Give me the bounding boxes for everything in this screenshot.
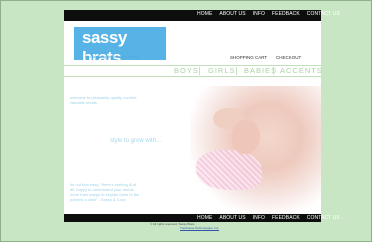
- footer-nav-contact-us[interactable]: CONTACT US: [307, 215, 340, 221]
- tagline: fun bedding for kids of all ages: [85, 54, 140, 59]
- footer-nav-about-us[interactable]: ABOUT US: [219, 215, 245, 221]
- nav-home[interactable]: HOME: [197, 11, 212, 17]
- logo-text: sassy brats: [82, 28, 127, 67]
- category-separator: [236, 67, 237, 75]
- category-boys[interactable]: BOYS: [174, 66, 199, 75]
- footer-nav-feedback[interactable]: FEEDBACK: [272, 215, 300, 221]
- top-nav: HOME ABOUT US INFO FEEDBACK CONTACT US: [197, 11, 340, 17]
- shopping-cart-link[interactable]: SHOPPING CART: [230, 55, 267, 60]
- footer-nav-home[interactable]: HOME: [197, 215, 212, 221]
- welcome-text: welcome to pleasantly quality comfort va…: [70, 95, 137, 105]
- nav-info[interactable]: INFO: [253, 11, 265, 17]
- nav-about-us[interactable]: ABOUT US: [219, 11, 245, 17]
- nav-feedback[interactable]: FEEDBACK: [272, 11, 300, 17]
- quote-text: Its not that easy, "there's nothing ill …: [70, 182, 140, 202]
- category-separator: [199, 67, 200, 75]
- nav-contact-us[interactable]: CONTACT US: [307, 11, 340, 17]
- category-bottom-divider: [64, 76, 321, 77]
- credit-link[interactable]: Treehouse Technologies, Inc.: [180, 226, 219, 230]
- pink-blanket: [196, 150, 262, 190]
- category-accents[interactable]: ACCENTS: [280, 66, 323, 75]
- hero-photo-baby-feet: [190, 86, 321, 214]
- style-to-grow-text: style to grow with...: [110, 138, 162, 144]
- category-girls[interactable]: GIRLS: [208, 66, 236, 75]
- bottom-nav: HOME ABOUT US INFO FEEDBACK CONTACT US: [197, 215, 340, 221]
- footer-nav-info[interactable]: INFO: [253, 215, 265, 221]
- checkout-link[interactable]: CHECKOUT: [276, 55, 301, 60]
- category-separator: [273, 67, 274, 75]
